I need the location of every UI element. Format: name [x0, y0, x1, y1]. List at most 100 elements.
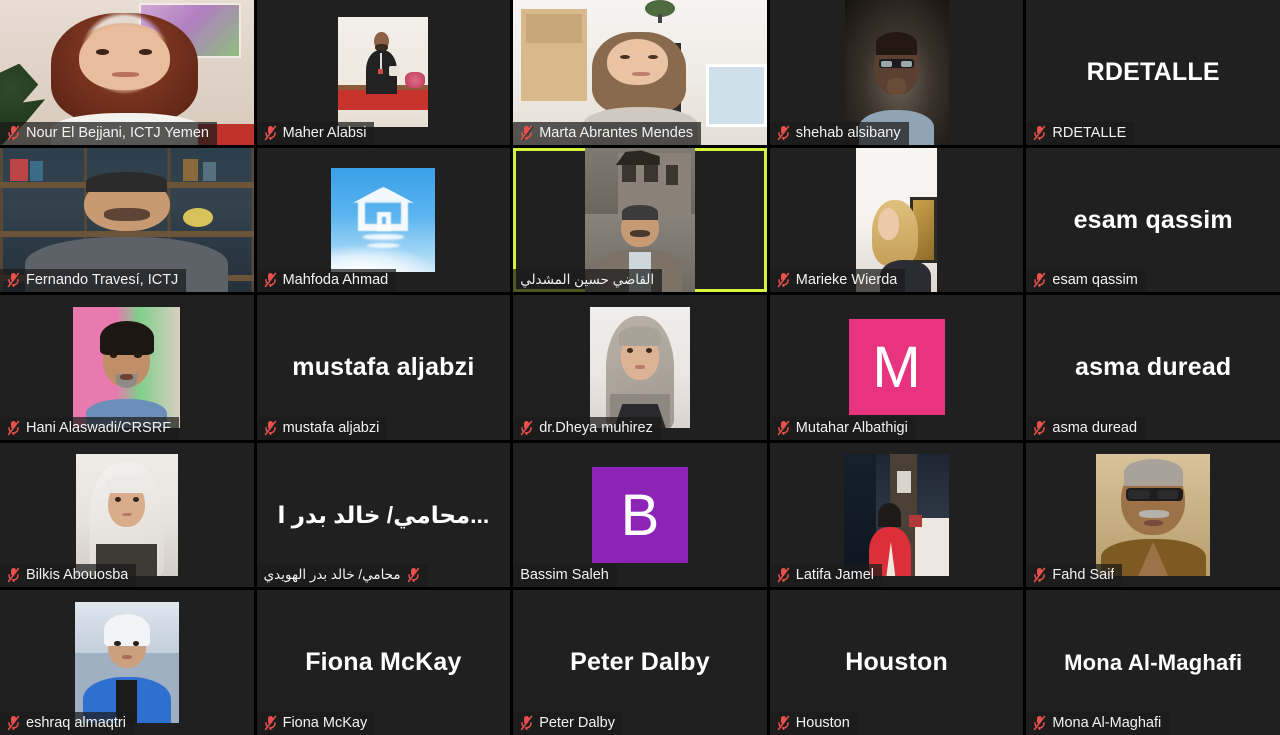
participant-tile-esam-qassim[interactable]: esam qassim esam qassim	[1026, 147, 1280, 293]
participant-name: Peter Dalby	[539, 715, 615, 731]
participant-name: Mahfoda Ahmad	[282, 272, 389, 289]
participant-label: القاضي حسين المشدلي	[513, 269, 663, 293]
participant-tile-maher-alabsi[interactable]: Maher Alabsi	[256, 0, 511, 145]
participant-name: esam qassim	[1052, 272, 1138, 289]
participant-tile-fahd-saif[interactable]: Fahd Saif	[1026, 442, 1280, 588]
participant-display-name: Mona Al-Maghafi	[1064, 650, 1243, 676]
participant-label: asma duread	[1026, 416, 1146, 440]
participant-label: esam qassim	[1026, 269, 1146, 293]
participant-name: Fiona McKay	[282, 715, 368, 731]
mic-muted-icon	[1033, 125, 1047, 141]
mic-muted-icon	[520, 420, 534, 436]
participant-tile-bassim-saleh[interactable]: B Bassim Saleh	[513, 442, 767, 588]
participant-display-name: Peter Dalby	[570, 648, 710, 677]
participant-name: Fernando Travesí, ICTJ	[26, 272, 179, 289]
participant-tile-shehab-alsibany[interactable]: shehab alsibany	[769, 0, 1024, 145]
participant-tile-mona-al-maghafi[interactable]: Mona Al-Maghafi Mona Al-Maghafi	[1026, 590, 1280, 735]
participant-label: Fernando Travesí, ICTJ	[0, 269, 187, 293]
participant-name: shehab alsibany	[795, 124, 901, 141]
mic-muted-icon	[7, 567, 20, 584]
mic-muted-icon	[7, 420, 20, 436]
mic-muted-icon	[264, 125, 277, 141]
mic-muted-icon	[7, 272, 20, 288]
participant-tile-marieke-wierda[interactable]: Marieke Wierda	[769, 147, 1024, 293]
participant-tile-dr-dheya-muhirez[interactable]: dr.Dheya muhirez	[513, 295, 767, 440]
participant-display-name: ...محامي/ خالد بدر ا	[277, 501, 490, 528]
participant-tile-mutahar-albathigi[interactable]: M Mutahar Albathigi	[769, 295, 1024, 440]
participant-label: Bilkis Abouosba	[0, 564, 137, 588]
participant-tile-mustafa-aljabzi[interactable]: mustafa aljabzi mustafa aljabzi	[256, 295, 511, 440]
participant-label: Hani Alaswadi/CRSRF	[0, 416, 180, 440]
avatar-initial: M	[848, 319, 945, 416]
mic-muted-icon	[520, 125, 534, 141]
avatar-initial-letter: M	[872, 334, 921, 400]
participant-tile-bilkis-abouosba[interactable]: Bilkis Abouosba	[0, 442, 254, 588]
mic-muted-icon	[777, 125, 790, 141]
participant-name: Marieke Wierda	[795, 272, 898, 289]
participant-display-name: mustafa aljabzi	[292, 353, 475, 382]
participant-name: Mona Al-Maghafi	[1052, 715, 1162, 731]
participant-name: محامي/ خالد بدر الهويدي	[263, 567, 401, 583]
mic-muted-icon	[1033, 272, 1047, 288]
participant-name: eshraq almaqtri	[26, 715, 126, 731]
participant-name: Marta Abrantes Mendes	[539, 124, 694, 141]
participant-label: eshraq almaqtri	[0, 712, 134, 735]
participant-tile-mahfoda-ahmad[interactable]: Mahfoda Ahmad	[256, 147, 511, 293]
participant-name: Latifa Jamel	[795, 567, 874, 584]
participant-label: Maher Alabsi	[256, 121, 375, 145]
avatar-initial-letter: B	[620, 482, 660, 548]
participant-tile-nour-el-bejjani[interactable]: Nour El Bejjani, ICTJ Yemen	[0, 0, 254, 145]
participant-label: Bassim Saleh	[513, 564, 617, 588]
participant-tile-latifa-jamel[interactable]: Latifa Jamel	[769, 442, 1024, 588]
participant-tile-eshraq-almaqtri[interactable]: eshraq almaqtri	[0, 590, 254, 735]
mic-muted-icon	[264, 715, 277, 731]
participant-label: Mutahar Albathigi	[769, 416, 916, 440]
gallery-grid: Nour El Bejjani, ICTJ Yemen Maher Alabsi	[0, 0, 1280, 735]
participant-label: Nour El Bejjani, ICTJ Yemen	[0, 121, 217, 145]
participant-tile-fiona-mckay[interactable]: Fiona McKay Fiona McKay	[256, 590, 511, 735]
mic-muted-icon	[777, 420, 790, 436]
participant-tile-active-speaker[interactable]: القاضي حسين المشدلي	[513, 147, 767, 293]
participant-tile-asma-duread[interactable]: asma duread asma duread	[1026, 295, 1280, 440]
participant-tile-rdetalle[interactable]: RDETALLE RDETALLE	[1026, 0, 1280, 145]
participant-tile-peter-dalby[interactable]: Peter Dalby Peter Dalby	[513, 590, 767, 735]
participant-name: Bilkis Abouosba	[26, 567, 129, 584]
mic-muted-icon	[407, 567, 420, 584]
participant-name: mustafa aljabzi	[282, 419, 380, 436]
mic-muted-icon	[7, 715, 20, 731]
participant-label: Mahfoda Ahmad	[256, 269, 397, 293]
participant-display-name: RDETALLE	[1086, 57, 1220, 86]
participant-label: Marta Abrantes Mendes	[513, 121, 702, 145]
participant-name: Mutahar Albathigi	[795, 419, 908, 436]
mic-muted-icon	[264, 272, 277, 288]
participant-label: Houston	[769, 712, 858, 735]
participant-tile-hani-alaswadi[interactable]: Hani Alaswadi/CRSRF	[0, 295, 254, 440]
participant-name: RDETALLE	[1052, 124, 1127, 141]
participant-display-name: Houston	[845, 648, 948, 677]
participant-tile-houston[interactable]: Houston Houston	[769, 590, 1024, 735]
participant-label: dr.Dheya muhirez	[513, 416, 661, 440]
mic-muted-icon	[777, 715, 790, 731]
participant-label: Peter Dalby	[513, 712, 623, 735]
participant-label: shehab alsibany	[769, 121, 909, 145]
participant-name: asma duread	[1052, 419, 1138, 436]
participant-tile-fernando-travesi[interactable]: Fernando Travesí, ICTJ	[0, 147, 254, 293]
participant-label: RDETALLE	[1026, 121, 1135, 145]
participant-label: Marieke Wierda	[769, 269, 906, 293]
participant-name: Nour El Bejjani, ICTJ Yemen	[26, 124, 209, 141]
participant-display-name: esam qassim	[1073, 205, 1233, 234]
participant-name: Bassim Saleh	[520, 567, 609, 584]
participant-label: Fiona McKay	[256, 712, 376, 735]
participant-name: Hani Alaswadi/CRSRF	[26, 419, 172, 436]
participant-label: Mona Al-Maghafi	[1026, 712, 1170, 735]
mic-muted-icon	[264, 420, 277, 436]
participant-label: mustafa aljabzi	[256, 416, 388, 440]
participant-name: Fahd Saif	[1052, 567, 1115, 584]
participant-tile-khaled-badr-alhuwaidi[interactable]: ...محامي/ خالد بدر ا محامي/ خالد بدر اله…	[256, 442, 511, 588]
participant-tile-marta-abrantes-mendes[interactable]: Marta Abrantes Mendes	[513, 0, 767, 145]
mic-muted-icon	[1033, 420, 1047, 436]
participant-name: Houston	[795, 715, 850, 731]
participant-label: محامي/ خالد بدر الهويدي	[256, 564, 428, 588]
avatar-initial: B	[591, 467, 688, 564]
mic-muted-icon	[7, 125, 20, 141]
